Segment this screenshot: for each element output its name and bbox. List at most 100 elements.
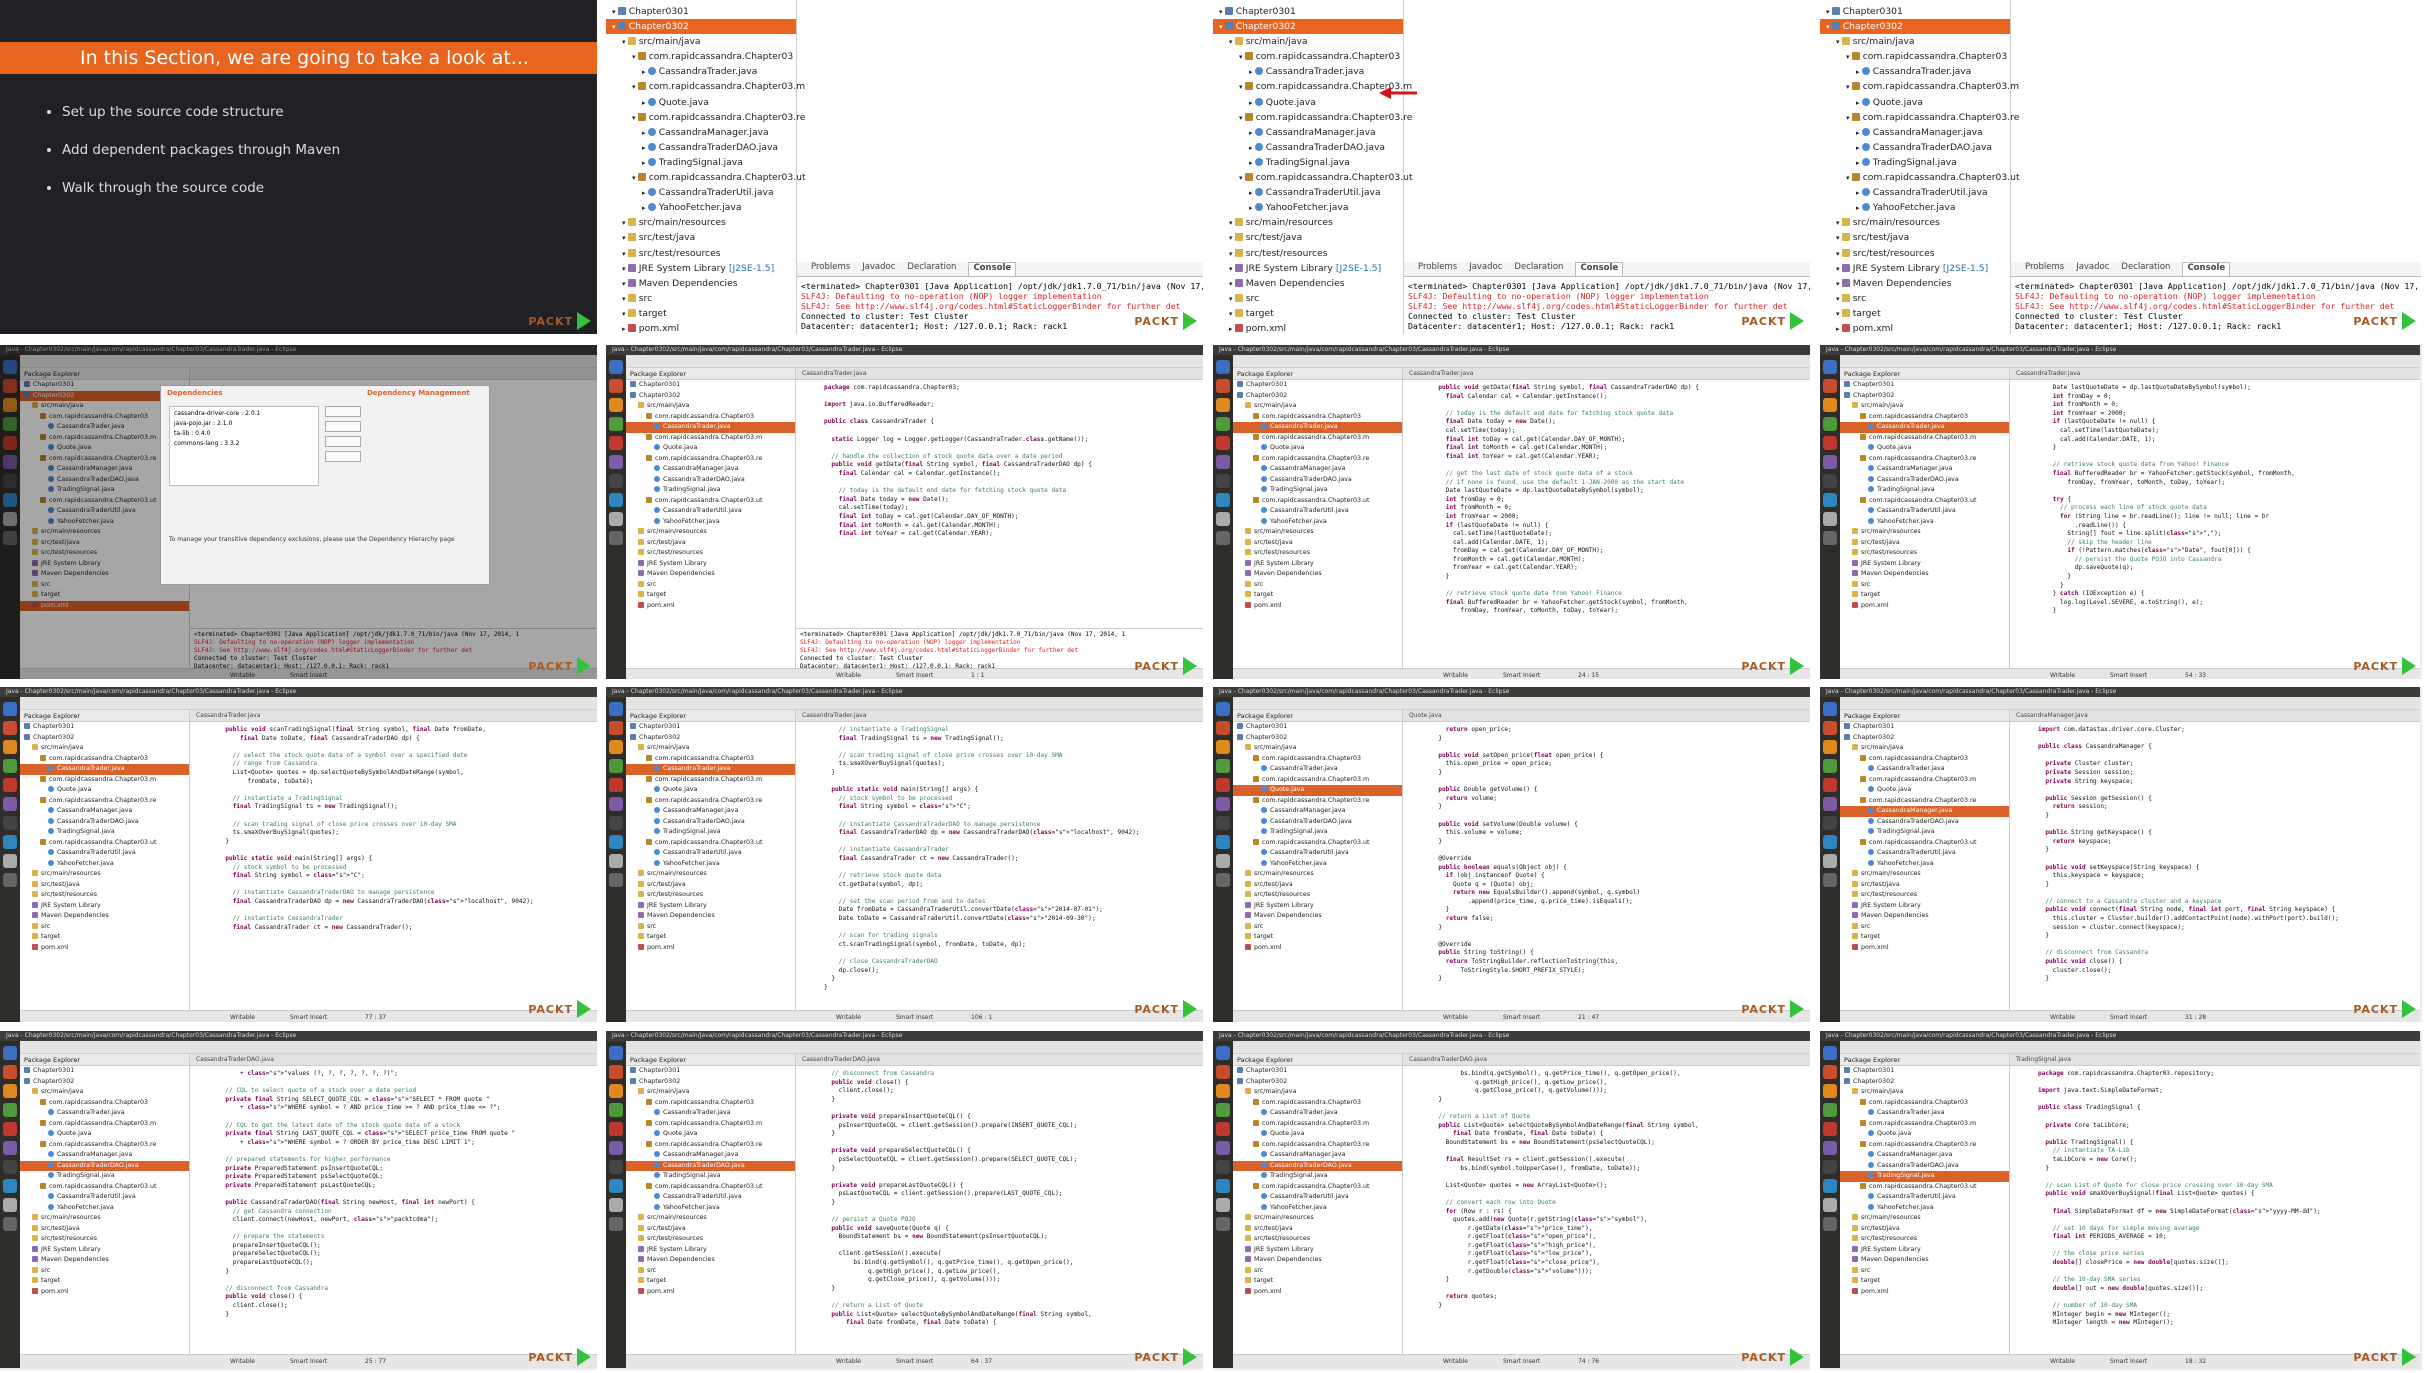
source-code[interactable]: return open_price; } public void setOpen… bbox=[1403, 722, 1810, 984]
launcher-app-icon[interactable] bbox=[3, 778, 17, 792]
tree-item[interactable]: pom.xml bbox=[1233, 1287, 1402, 1298]
launcher-app-icon[interactable] bbox=[1823, 778, 1837, 792]
tree-item[interactable]: Chapter0302 bbox=[626, 1077, 795, 1088]
expand-arrow-icon[interactable]: ▾ bbox=[1229, 250, 1235, 258]
tree-item[interactable]: TradingSignal.java bbox=[1840, 1171, 2009, 1182]
tab-console[interactable]: Console bbox=[1575, 262, 1624, 276]
play-icon[interactable] bbox=[577, 1000, 591, 1018]
tree-item[interactable]: Maven Dependencies bbox=[1840, 1255, 2009, 1266]
eclipse-toolbar[interactable] bbox=[1840, 697, 2420, 710]
expand-arrow-icon[interactable]: ▸ bbox=[1856, 129, 1862, 137]
launcher-app-icon[interactable] bbox=[1823, 759, 1837, 773]
tree-item[interactable]: com.rapidcassandra.Chapter03.ut bbox=[1233, 838, 1402, 849]
tree-item[interactable]: src/main/resources bbox=[626, 527, 795, 538]
tab-declaration[interactable]: Declaration bbox=[907, 262, 956, 276]
tree-item[interactable]: Chapter0301 bbox=[1233, 722, 1402, 733]
tree-item[interactable]: src/main/java bbox=[1840, 1087, 2009, 1098]
expand-arrow-icon[interactable]: ▾ bbox=[1239, 174, 1245, 182]
tree-item[interactable]: src/test/resources bbox=[1233, 548, 1402, 559]
launcher-app-icon[interactable] bbox=[3, 854, 17, 868]
tree-item[interactable]: Quote.java bbox=[626, 785, 795, 796]
tree-item[interactable]: TradingSignal.java bbox=[20, 1171, 189, 1182]
tree-item[interactable]: target bbox=[1233, 932, 1402, 943]
tree-item[interactable]: TradingSignal.java bbox=[626, 827, 795, 838]
expand-arrow-icon[interactable]: ▾ bbox=[612, 23, 618, 31]
expand-arrow-icon[interactable]: ▾ bbox=[1239, 53, 1245, 61]
tree-item[interactable]: Chapter0301 bbox=[1233, 1066, 1402, 1077]
tree-item[interactable]: CassandraManager.java bbox=[20, 806, 189, 817]
expand-arrow-icon[interactable]: ▾ bbox=[1229, 38, 1235, 46]
launcher-app-icon[interactable] bbox=[1823, 797, 1837, 811]
expand-arrow-icon[interactable]: ▾ bbox=[622, 38, 628, 46]
editor-tabs[interactable]: CassandraTrader.java bbox=[1403, 368, 1810, 380]
tree-item[interactable]: ▾ src bbox=[1820, 291, 2010, 306]
launcher-app-icon[interactable] bbox=[3, 1198, 17, 1212]
tree-item[interactable]: com.rapidcassandra.Chapter03 bbox=[1840, 1098, 2009, 1109]
launcher-app-icon[interactable] bbox=[609, 1084, 623, 1098]
tree-item[interactable]: CassandraManager.java bbox=[1233, 1150, 1402, 1161]
tree-item[interactable]: ▾ com.rapidcassandra.Chapter03.m bbox=[606, 79, 805, 94]
tree-item[interactable]: TradingSignal.java bbox=[1233, 827, 1402, 838]
expand-arrow-icon[interactable]: ▾ bbox=[632, 53, 638, 61]
launcher-app-icon[interactable] bbox=[1823, 531, 1837, 545]
tree-item[interactable]: target bbox=[20, 932, 189, 943]
launcher-app-icon[interactable] bbox=[609, 854, 623, 868]
tree-item[interactable]: CassandraTraderDAO.java bbox=[20, 817, 189, 828]
launcher-app-icon[interactable] bbox=[3, 1046, 17, 1060]
tree-item[interactable]: YahooFetcher.java bbox=[626, 517, 795, 528]
eclipse-toolbar[interactable] bbox=[20, 355, 597, 368]
expand-arrow-icon[interactable]: ▾ bbox=[1826, 8, 1832, 16]
launcher-app-icon[interactable] bbox=[609, 1141, 623, 1155]
launcher-app-icon[interactable] bbox=[609, 417, 623, 431]
launcher-app-icon[interactable] bbox=[609, 1217, 623, 1231]
tree-item[interactable]: YahooFetcher.java bbox=[1233, 517, 1402, 528]
tree-item[interactable]: com.rapidcassandra.Chapter03.m bbox=[626, 1119, 795, 1130]
launcher-app-icon[interactable] bbox=[1823, 417, 1837, 431]
tree-item[interactable]: CassandraTraderUtil.java bbox=[1840, 506, 2009, 517]
tree-item[interactable]: YahooFetcher.java bbox=[1840, 859, 2009, 870]
tree-item[interactable]: ▸ TradingSignal.java bbox=[606, 155, 796, 170]
tree-item[interactable]: ▸ CassandraManager.java bbox=[1820, 125, 2010, 140]
code-editor[interactable]: CassandraManager.java import com.datastax… bbox=[2010, 710, 2420, 1010]
launcher-app-icon[interactable] bbox=[1823, 512, 1837, 526]
launcher-app-icon[interactable] bbox=[3, 474, 17, 488]
expand-arrow-icon[interactable]: ▾ bbox=[1229, 219, 1235, 227]
launcher-app-icon[interactable] bbox=[1216, 797, 1230, 811]
tree-item[interactable]: ▾ Chapter0302 bbox=[1213, 19, 1403, 35]
eclipse-toolbar[interactable] bbox=[1840, 1041, 2420, 1054]
eclipse-toolbar[interactable] bbox=[20, 1041, 597, 1054]
tree-item[interactable]: CassandraTrader.java bbox=[626, 1108, 795, 1119]
expand-arrow-icon[interactable]: ▸ bbox=[1249, 99, 1255, 107]
tree-item[interactable]: ▾ JRE System Library [J2SE-1.5] bbox=[1213, 261, 1403, 276]
launcher-app-icon[interactable] bbox=[1216, 493, 1230, 507]
tree-item[interactable]: Quote.java bbox=[1840, 443, 2009, 454]
launcher-app-icon[interactable] bbox=[1823, 1046, 1837, 1060]
tree-item[interactable]: ▸ CassandraTraderDAO.java bbox=[606, 140, 796, 155]
tree-item[interactable]: com.rapidcassandra.Chapter03 bbox=[20, 754, 189, 765]
tab-javadoc[interactable]: Javadoc bbox=[1469, 262, 1502, 276]
tree-item[interactable]: ▾ JRE System Library [J2SE-1.5] bbox=[606, 261, 796, 276]
launcher-app-icon[interactable] bbox=[609, 740, 623, 754]
launcher-app-icon[interactable] bbox=[3, 835, 17, 849]
launcher-app-icon[interactable] bbox=[609, 797, 623, 811]
tree-item[interactable]: src/main/java bbox=[1233, 1087, 1402, 1098]
remove-button[interactable] bbox=[325, 421, 361, 432]
eclipse-toolbar[interactable] bbox=[626, 355, 1203, 368]
tree-item[interactable]: CassandraTraderUtil.java bbox=[626, 848, 795, 859]
editor-tabs[interactable]: CassandraTrader.java bbox=[190, 710, 597, 722]
launcher-app-icon[interactable] bbox=[1216, 417, 1230, 431]
tree-item[interactable]: Chapter0301 bbox=[626, 380, 795, 391]
launcher-app-icon[interactable] bbox=[3, 1160, 17, 1174]
tree-item[interactable]: pom.xml bbox=[626, 1287, 795, 1298]
tree-item[interactable]: target bbox=[1840, 1276, 2009, 1287]
tree-item[interactable]: ▸ YahooFetcher.java bbox=[1213, 200, 1403, 215]
tree-item[interactable]: com.rapidcassandra.Chapter03.ut bbox=[1840, 1182, 2009, 1193]
launcher-app-icon[interactable] bbox=[609, 436, 623, 450]
source-code[interactable]: public void getData(final String symbol,… bbox=[1403, 380, 1810, 616]
tree-item[interactable]: ▸ CassandraTrader.java bbox=[606, 64, 796, 79]
tree-item[interactable]: com.rapidcassandra.Chapter03.m bbox=[1233, 433, 1402, 444]
tree-item[interactable]: src/main/java bbox=[1233, 743, 1402, 754]
launcher-app-icon[interactable] bbox=[609, 1046, 623, 1060]
expand-arrow-icon[interactable]: ▸ bbox=[622, 325, 628, 333]
tree-item[interactable]: ▾ com.rapidcassandra.Chapter03.ut bbox=[1820, 170, 2020, 185]
